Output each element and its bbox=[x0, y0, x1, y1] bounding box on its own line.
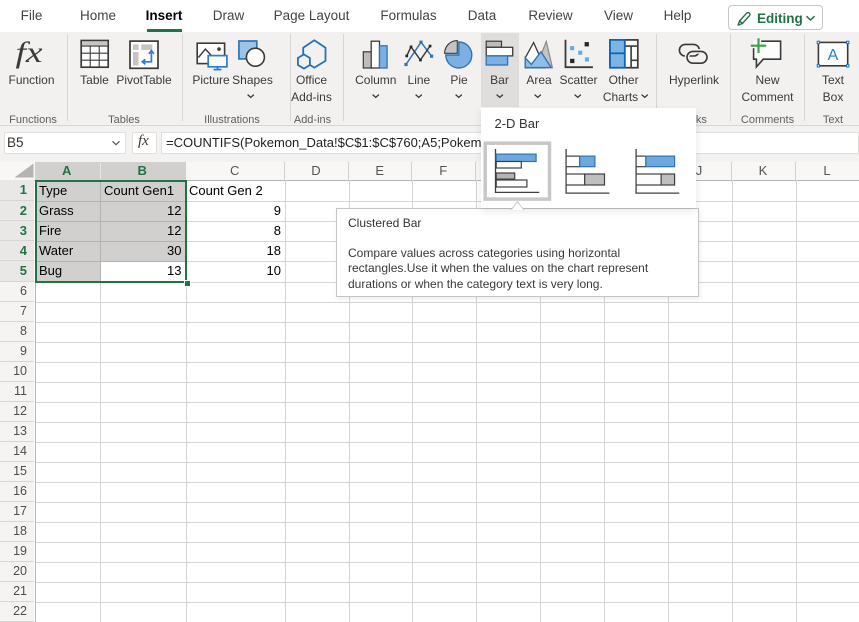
svg-text:fx: fx bbox=[16, 36, 44, 69]
svg-text:A: A bbox=[828, 47, 839, 64]
